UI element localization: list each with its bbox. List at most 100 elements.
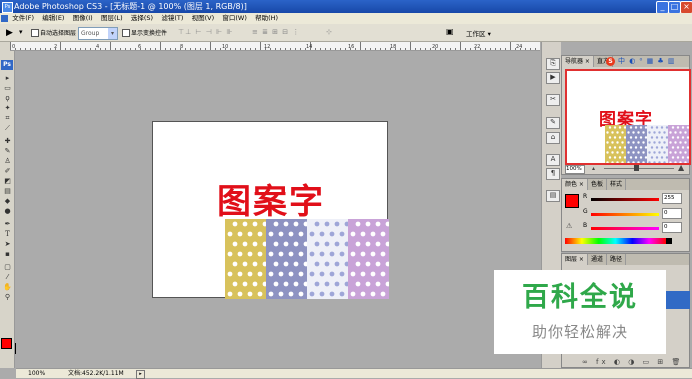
- channel-b-slider[interactable]: [591, 227, 659, 230]
- ruler-tick: [85, 48, 86, 50]
- zoom-slider[interactable]: [604, 168, 674, 169]
- tab-navigator[interactable]: 导航器 ×: [562, 56, 594, 67]
- move-tool-icon[interactable]: ▸: [2, 74, 13, 82]
- pattern-flower: [283, 221, 289, 227]
- tab-styles[interactable]: 样式: [607, 179, 626, 190]
- workspace-button[interactable]: 工作区 ▾: [466, 28, 491, 38]
- show-transform-checkbox[interactable]: [122, 29, 130, 37]
- layer-actions-icons[interactable]: ∞ fx ◐ ◑ ▭ ⊞ 🗑: [582, 358, 683, 366]
- channel-r-slider[interactable]: [591, 198, 659, 201]
- menu-help[interactable]: 帮助(H): [255, 13, 278, 24]
- gamut-warning-icon[interactable]: ⚠: [566, 222, 572, 230]
- color-spectrum-bar[interactable]: [565, 238, 666, 244]
- pattern-flower: [268, 231, 274, 237]
- tab-layers[interactable]: 图层 ×: [562, 254, 588, 265]
- black-swatch[interactable]: [666, 238, 672, 244]
- horizontal-ruler: 0 2 4 6 8 10 12 14 16 18 20 22 24: [10, 42, 540, 51]
- brushes-panel-icon[interactable]: ✎: [546, 117, 560, 129]
- path-selection-tool-icon[interactable]: ➤: [2, 240, 13, 248]
- eraser-tool-icon[interactable]: ◩: [2, 177, 13, 185]
- pattern-flower: [653, 141, 656, 144]
- menu-edit[interactable]: 编辑(E): [42, 13, 64, 24]
- clone-source-icon[interactable]: ⌂: [546, 132, 560, 144]
- zoom-in-icon[interactable]: ▲: [678, 164, 684, 172]
- pattern-flower: [324, 241, 330, 247]
- dodge-tool-icon[interactable]: ●: [2, 207, 13, 215]
- channel-b-value[interactable]: 0: [662, 222, 682, 233]
- zoom-slider-thumb[interactable]: [634, 165, 639, 171]
- menu-layer[interactable]: 图层(L): [101, 13, 123, 24]
- distribute-icons[interactable]: ≡ ≣ ⊞ ⊟ ⋮: [252, 28, 300, 36]
- magic-wand-tool-icon[interactable]: ✦: [2, 104, 13, 112]
- gradient-tool-icon[interactable]: ▤: [2, 187, 13, 195]
- channel-r: R 255: [579, 193, 689, 209]
- zoom-tool-icon[interactable]: ⚲: [2, 293, 13, 301]
- type-tool-icon[interactable]: T: [2, 230, 13, 238]
- close-button[interactable]: ×: [680, 1, 692, 13]
- history-brush-tool-icon[interactable]: ✐: [2, 167, 13, 175]
- ruler-tick: [105, 48, 106, 50]
- color-fg-swatch[interactable]: [565, 194, 579, 208]
- stamp-tool-icon[interactable]: ♙: [2, 157, 13, 165]
- eyedropper-tool-icon[interactable]: ⁄: [2, 273, 13, 281]
- ruler-tick: [30, 48, 31, 50]
- paragraph-panel-icon[interactable]: ¶: [546, 168, 560, 180]
- auto-select-checkbox[interactable]: [31, 29, 39, 37]
- pattern-flower: [227, 251, 233, 257]
- auto-select-dropdown[interactable]: Group ▾: [78, 27, 118, 40]
- marquee-tool-icon[interactable]: ▭: [2, 84, 13, 92]
- menu-window[interactable]: 窗口(W): [222, 13, 247, 24]
- slice-tool-icon[interactable]: ⟋: [2, 124, 13, 132]
- info-panel-icon[interactable]: ▤: [546, 190, 560, 202]
- tool-presets-icon[interactable]: ✂: [546, 94, 560, 106]
- pattern-block: [626, 125, 648, 163]
- navigator-thumbnail[interactable]: 图案字: [565, 69, 691, 165]
- healing-brush-tool-icon[interactable]: ✚: [2, 137, 13, 145]
- align-icons[interactable]: ⊤⊥ ⊢ ⊣ ⊩ ⊪: [178, 28, 234, 36]
- menu-filter[interactable]: 滤镜(T): [161, 13, 183, 24]
- move-tool-icon[interactable]: ▶: [6, 28, 13, 38]
- menu-image[interactable]: 图像(I): [73, 13, 93, 24]
- document-canvas[interactable]: 图案字: [152, 121, 389, 299]
- menu-view[interactable]: 视图(V): [192, 13, 215, 24]
- pattern-flower: [329, 271, 335, 277]
- pattern-flower: [648, 151, 651, 154]
- history-panel-icon[interactable]: ⎘: [546, 58, 560, 70]
- notes-tool-icon[interactable]: ▢: [2, 263, 13, 271]
- tool-preset-dropdown-icon[interactable]: ▾: [19, 28, 23, 36]
- pen-tool-icon[interactable]: ✒: [2, 220, 13, 228]
- blur-tool-icon[interactable]: ◆: [2, 197, 13, 205]
- menu-file[interactable]: 文件(F): [12, 13, 34, 24]
- pattern-flower: [608, 156, 612, 159]
- foreground-color-swatch[interactable]: [1, 338, 12, 349]
- ruler-tick: [360, 42, 361, 50]
- character-panel-icon[interactable]: A: [546, 154, 560, 166]
- menu-select[interactable]: 选择(S): [131, 13, 153, 24]
- pattern-flower: [632, 151, 635, 154]
- channel-r-value[interactable]: 255: [662, 193, 682, 204]
- hand-tool-icon[interactable]: ✋: [2, 283, 13, 291]
- pattern-flower: [370, 251, 376, 257]
- pattern-flower: [329, 231, 335, 237]
- pattern-flower: [293, 261, 299, 267]
- channel-g-value[interactable]: 0: [662, 208, 682, 219]
- zoom-out-icon[interactable]: ▴: [592, 166, 599, 172]
- bridge-icon[interactable]: ▣: [446, 27, 458, 38]
- navigator-zoom-field[interactable]: 100%: [565, 165, 585, 174]
- lasso-tool-icon[interactable]: ϙ: [2, 94, 13, 102]
- pattern-flower: [355, 241, 361, 247]
- pattern-flower: [355, 281, 361, 287]
- tab-channels[interactable]: 通道: [588, 254, 607, 265]
- ime-s-icon[interactable]: S: [606, 57, 615, 66]
- channel-g-slider[interactable]: [591, 213, 659, 216]
- tab-swatches[interactable]: 色板: [588, 179, 607, 190]
- selected-layer-row[interactable]: [666, 291, 690, 309]
- shape-tool-icon[interactable]: ▪: [2, 250, 13, 258]
- crop-tool-icon[interactable]: ⌗: [2, 114, 13, 122]
- tab-color[interactable]: 颜色 ×: [562, 179, 588, 190]
- ime-toolbar-icons[interactable]: 中 ◐ ⁰ ▦ ♣ ▥: [618, 56, 676, 67]
- auto-align-icon[interactable]: ⊹: [326, 28, 332, 36]
- brush-tool-icon[interactable]: ✎: [2, 147, 13, 155]
- actions-panel-icon[interactable]: ▶: [546, 72, 560, 84]
- tab-paths[interactable]: 路径: [607, 254, 626, 265]
